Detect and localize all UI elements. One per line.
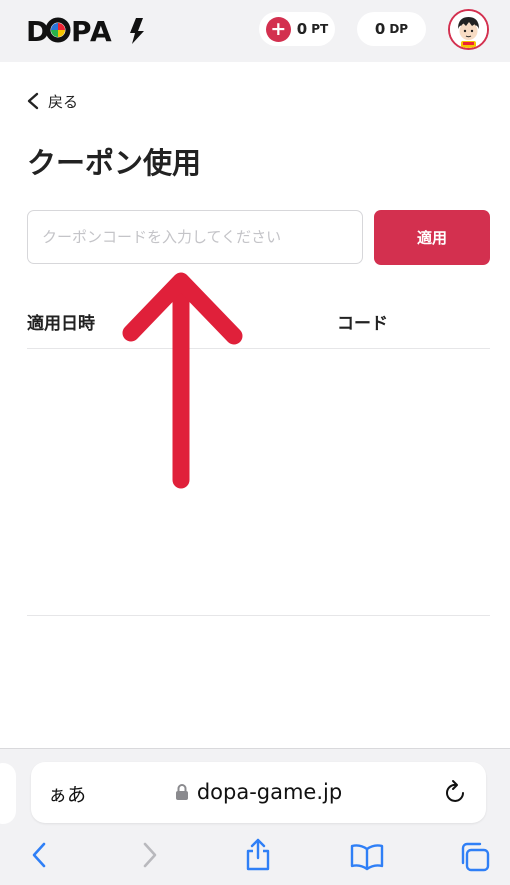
bookmarks-icon[interactable] [350, 843, 384, 871]
url-display[interactable]: dopa-game.jp [31, 780, 486, 804]
back-link[interactable]: 戻る [26, 88, 78, 114]
table-bottom-divider [27, 615, 490, 616]
lock-icon [175, 784, 188, 800]
dp-value: 0 [374, 20, 386, 38]
back-label: 戻る [48, 92, 79, 111]
share-icon[interactable] [244, 837, 272, 871]
dp-badge[interactable]: 0 DP [357, 12, 426, 46]
points-value: 0 [296, 20, 308, 38]
points-unit: PT [311, 22, 329, 36]
app-header: D PA + 0 PT 0 DP [0, 0, 510, 62]
avatar[interactable] [448, 9, 489, 50]
previous-tab-preview[interactable] [0, 763, 16, 824]
plus-icon[interactable]: + [265, 16, 291, 42]
svg-text:PA: PA [71, 15, 113, 46]
column-header-applied-at: 適用日時 [27, 314, 95, 334]
browser-toolbar: ぁあ dopa-game.jp [0, 748, 510, 885]
url-text: dopa-game.jp [196, 780, 343, 804]
page-title: クーポン使用 [27, 146, 202, 180]
points-badge[interactable]: + 0 PT [259, 12, 335, 46]
dp-unit: DP [389, 22, 409, 36]
chevron-left-icon [27, 92, 39, 110]
coupon-code-input[interactable] [27, 210, 363, 264]
column-header-code: コード [337, 314, 388, 334]
tabs-icon[interactable] [459, 842, 491, 872]
back-arrow-icon[interactable] [29, 841, 49, 869]
dopa-logo-mark: D PA [26, 15, 144, 46]
reload-icon[interactable] [444, 779, 468, 805]
dopa-logo[interactable]: D PA [26, 14, 154, 46]
address-bar[interactable]: ぁあ dopa-game.jp [31, 762, 486, 823]
avatar-icon [450, 11, 487, 48]
table-header-divider [27, 348, 490, 349]
annotation-arrow-icon [122, 272, 243, 489]
apply-button[interactable]: 適用 [374, 210, 490, 265]
forward-arrow-icon[interactable] [140, 841, 160, 869]
